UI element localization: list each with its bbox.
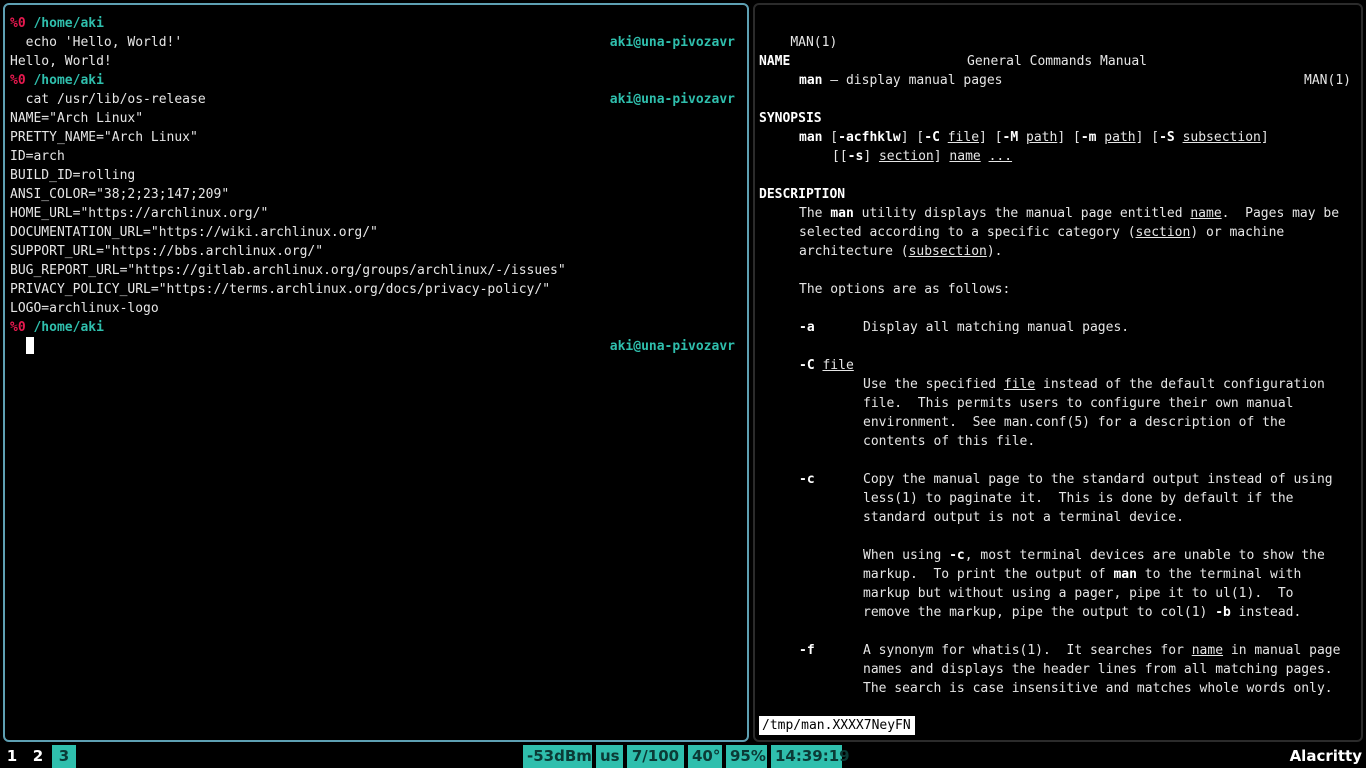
description-line: architecture (subsection). <box>799 244 1003 259</box>
output-line: PRIVACY_POLICY_URL="https://terms.archli… <box>10 282 551 297</box>
command-line: echo 'Hello, World!' aki@una-pivozavr <box>10 35 735 50</box>
man-header: MAN(1) General Commands Manual MAN(1) <box>790 35 1351 88</box>
prompt-host: aki@una-pivozavr <box>609 35 735 50</box>
terminal-left[interactable]: %0 /home/aki echo 'Hello, World!' aki@una… <box>3 3 749 742</box>
description-line: selected according to a specific categor… <box>799 225 1285 240</box>
synopsis-line: man [-acfhklw] [-C file] [-M path] [-m p… <box>799 130 1269 145</box>
output-line: Hello, World! <box>10 54 112 69</box>
status-bar: 1 2 3 -53dBm us 7/100 40° 95% 14:39:19 A… <box>0 745 1366 768</box>
synopsis-line: [[-s] section] name ... <box>832 149 1013 164</box>
cpu-temperature: 40° <box>688 745 722 768</box>
options-intro: The options are as follows: <box>799 282 1011 297</box>
command-input-line[interactable]: aki@una-pivozavr <box>10 337 747 356</box>
section-heading-description: DESCRIPTION <box>759 187 846 202</box>
focused-window-title: Alacritty <box>1289 747 1362 765</box>
pager-cursor <box>910 717 912 734</box>
output-line: DOCUMENTATION_URL="https://wiki.archlinu… <box>10 225 378 240</box>
output-line: BUILD_ID=rolling <box>10 168 136 183</box>
option-text: remove the markup, pipe the output to co… <box>863 605 1302 620</box>
prompt-line: %0 /home/aki <box>10 16 104 31</box>
output-line: BUG_REPORT_URL="https://gitlab.archlinux… <box>10 263 566 278</box>
option-text: less(1) to paginate it. This is done by … <box>863 491 1294 506</box>
option-text: contents of this file. <box>863 434 1036 449</box>
pager-prompt[interactable]: /tmp/man.XXXX7NeyFN <box>759 716 915 735</box>
section-heading-name: NAME <box>759 54 791 69</box>
output-line: PRETTY_NAME="Arch Linux" <box>10 130 198 145</box>
prompt-line: %0 /home/aki <box>10 320 104 335</box>
keyboard-layout: us <box>596 745 623 768</box>
workspace-3-active[interactable]: 3 <box>52 745 76 768</box>
prompt-line: %0 /home/aki <box>10 73 104 88</box>
pager-status-line[interactable]: /tmp/man.XXXX7NeyFN <box>759 716 915 736</box>
output-line: ID=arch <box>10 149 65 164</box>
output-line: NAME="Arch Linux" <box>10 111 144 126</box>
terminal-right-man-page[interactable]: MAN(1) General Commands Manual MAN(1) NA… <box>753 3 1363 742</box>
option-text: The search is case insensitive and match… <box>863 681 1333 696</box>
output-line: HOME_URL="https://archlinux.org/" <box>10 206 269 221</box>
option-f: -f A synonym for whatis(1). It searches f… <box>799 643 1341 658</box>
option-C: -C file <box>799 358 854 373</box>
command-line: cat /usr/lib/os-release aki@una-pivozavr <box>10 92 735 107</box>
option-text: environment. See man.conf(5) for a descr… <box>863 415 1286 430</box>
option-text: names and displays the header lines from… <box>863 662 1333 677</box>
output-line: LOGO=archlinux-logo <box>10 301 159 316</box>
output-line: ANSI_COLOR="38;2;23;147;209" <box>10 187 230 202</box>
prompt-host: aki@una-pivozavr <box>609 339 735 354</box>
option-text: markup but without using a pager, pipe i… <box>863 586 1294 601</box>
option-text: standard output is not a terminal device… <box>863 510 1184 525</box>
option-c: -c Copy the manual page to the standard o… <box>799 472 1333 487</box>
name-line: man – display manual pages <box>799 73 1003 88</box>
option-text: When using -c, most terminal devices are… <box>863 548 1325 563</box>
option-text: file. This permits users to configure th… <box>863 396 1294 411</box>
volume: 7/100 <box>627 745 684 768</box>
wifi-signal: -53dBm <box>523 745 592 768</box>
section-heading-synopsis: SYNOPSIS <box>759 111 822 126</box>
option-text: markup. To print the output of man to th… <box>863 567 1302 582</box>
text-cursor <box>25 337 34 354</box>
battery: 95% <box>726 745 767 768</box>
option-a: -a Display all matching manual pages. <box>799 320 1130 335</box>
option-text: Use the specified file instead of the de… <box>863 377 1325 392</box>
workspace-1[interactable]: 1 <box>0 745 24 768</box>
description-line: The man utility displays the manual page… <box>799 206 1340 221</box>
clock: 14:39:19 <box>771 745 850 768</box>
workspace-2[interactable]: 2 <box>26 745 50 768</box>
output-line: SUPPORT_URL="https://bbs.archlinux.org/" <box>10 244 324 259</box>
prompt-host: aki@una-pivozavr <box>609 92 735 107</box>
